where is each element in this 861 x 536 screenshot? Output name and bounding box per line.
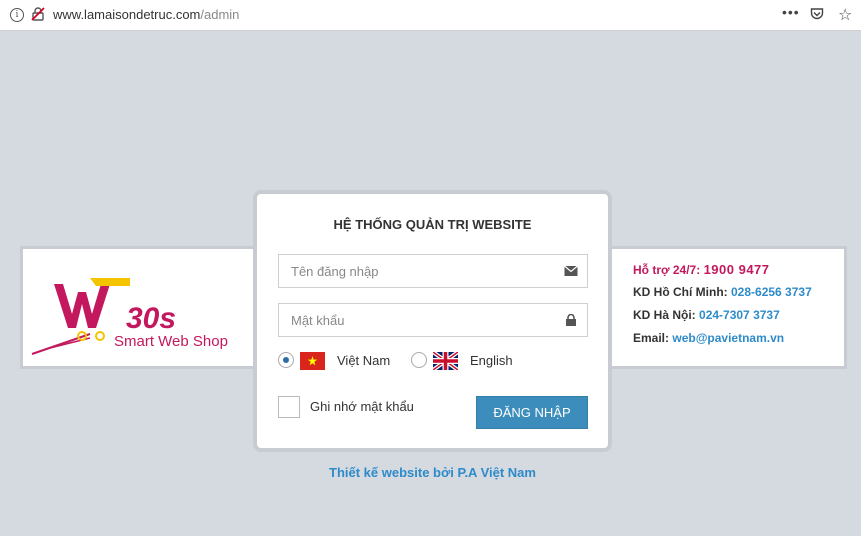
- login-button[interactable]: ĐĂNG NHẬP: [476, 396, 588, 429]
- envelope-icon: [564, 265, 578, 276]
- username-field[interactable]: [278, 254, 588, 288]
- url-host: www.lamaisondetruc.com: [53, 7, 201, 22]
- language-radio-english[interactable]: [411, 352, 427, 368]
- remember-checkbox[interactable]: [278, 396, 300, 418]
- email-link[interactable]: web@pavietnam.vn: [672, 331, 784, 345]
- vietnam-flag-icon: [300, 352, 325, 370]
- email-row: Email: web@pavietnam.vn: [633, 331, 812, 354]
- browser-address-bar: i www.lamaisondetruc.com/admin ••• ☆: [0, 0, 861, 31]
- lock-icon: [566, 314, 576, 326]
- url-text[interactable]: www.lamaisondetruc.com/admin: [53, 7, 239, 22]
- hcm-phone[interactable]: 028-6256 3737: [731, 285, 812, 299]
- page-actions-menu-icon[interactable]: •••: [782, 4, 800, 20]
- language-label-vietnam[interactable]: Việt Nam: [337, 353, 390, 368]
- support-hotline[interactable]: 1900 9477: [704, 262, 770, 277]
- uk-flag-icon: [433, 352, 458, 370]
- support-label: Hỗ trợ 24/7:: [633, 263, 701, 277]
- insecure-connection-icon[interactable]: [30, 6, 46, 22]
- url-path: /admin: [200, 7, 240, 22]
- hcm-label: KD Hồ Chí Minh:: [633, 285, 728, 299]
- password-field[interactable]: [278, 303, 588, 337]
- logo-tagline: Smart Web Shop: [114, 333, 228, 350]
- username-input[interactable]: [279, 255, 551, 287]
- designer-credit-link[interactable]: Thiết kế website bởi P.A Việt Nam: [253, 465, 612, 480]
- hn-row: KD Hà Nội: 024-7307 3737: [633, 308, 812, 331]
- logo-number: 30s: [126, 302, 176, 335]
- language-radio-vietnam[interactable]: [278, 352, 294, 368]
- pocket-icon[interactable]: [810, 7, 824, 21]
- remember-label[interactable]: Ghi nhớ mật khẩu: [310, 399, 414, 414]
- hcm-row: KD Hồ Chí Minh: 028-6256 3737: [633, 285, 812, 308]
- email-label: Email:: [633, 331, 670, 345]
- bookmark-star-icon[interactable]: ☆: [838, 5, 852, 25]
- support-row: Hỗ trợ 24/7: 1900 9477: [633, 262, 812, 285]
- password-input[interactable]: [279, 304, 551, 336]
- language-label-english[interactable]: English: [470, 353, 513, 368]
- contact-info: Hỗ trợ 24/7: 1900 9477 KD Hồ Chí Minh: 0…: [633, 262, 812, 354]
- hn-label: KD Hà Nội:: [633, 308, 696, 322]
- login-title: HỆ THỐNG QUẢN TRỊ WEBSITE: [333, 217, 532, 232]
- w30s-logo: 30s Smart Web Shop: [31, 278, 228, 355]
- hn-phone[interactable]: 024-7307 3737: [699, 308, 780, 322]
- info-icon[interactable]: i: [10, 8, 24, 22]
